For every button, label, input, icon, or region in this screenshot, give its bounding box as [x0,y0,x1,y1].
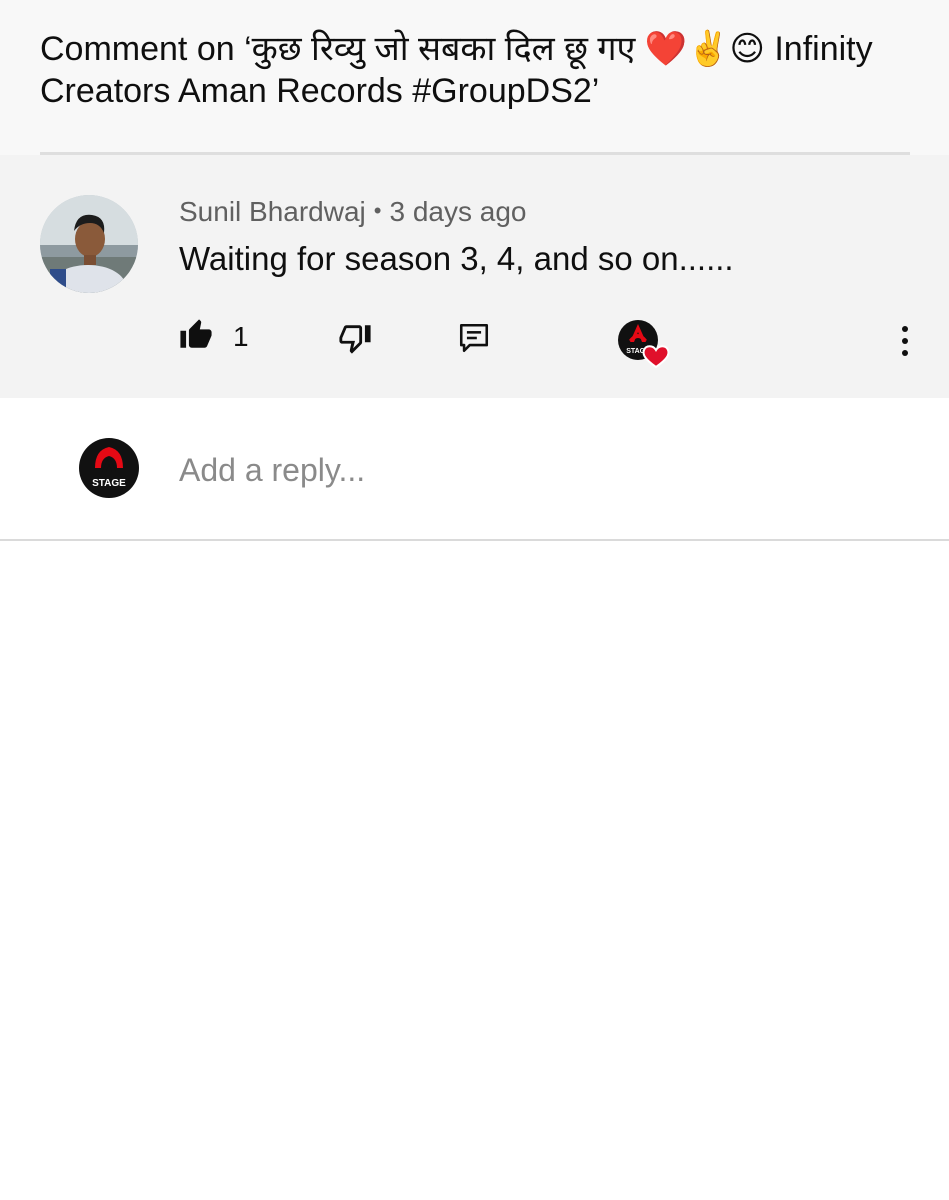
comment-thread: Sunil Bhardwaj • 3 days ago Waiting for se… [0,155,949,398]
reply-icon [459,323,489,353]
reply-composer: STAGE [0,398,949,539]
comment-meta: Sunil Bhardwaj • 3 days ago [179,195,526,231]
thumbs-down-icon [339,325,371,354]
comment-header: Comment on ‘कुछ रिव्यु जो सबका दिल छू गए… [0,0,949,155]
like-count: 1 [233,321,249,352]
more-options-button[interactable] [890,321,920,361]
avatar[interactable] [40,195,138,293]
dislike-button[interactable] [338,321,378,361]
thumbs-up-icon [180,319,212,348]
creator-heart-badge[interactable]: STAGE [616,318,672,370]
page-title: Comment on ‘कुछ रिव्यु जो सबका दिल छू गए… [40,30,873,110]
channel-avatar: STAGE [79,438,139,498]
reply-input[interactable] [179,450,879,490]
meta-separator: • [373,198,382,223]
comment-author[interactable]: Sunil Bhardwaj [179,196,366,227]
reply-button[interactable] [457,321,497,361]
comment-timestamp: 3 days ago [389,196,527,227]
more-vert-icon [902,326,908,356]
like-button[interactable] [179,318,219,358]
channel-logo-text: STAGE [92,478,126,489]
comment-text: Waiting for season 3, 4, and so on...... [179,240,734,277]
divider [0,539,949,541]
creator-heart-icon: STAGE [618,320,670,369]
